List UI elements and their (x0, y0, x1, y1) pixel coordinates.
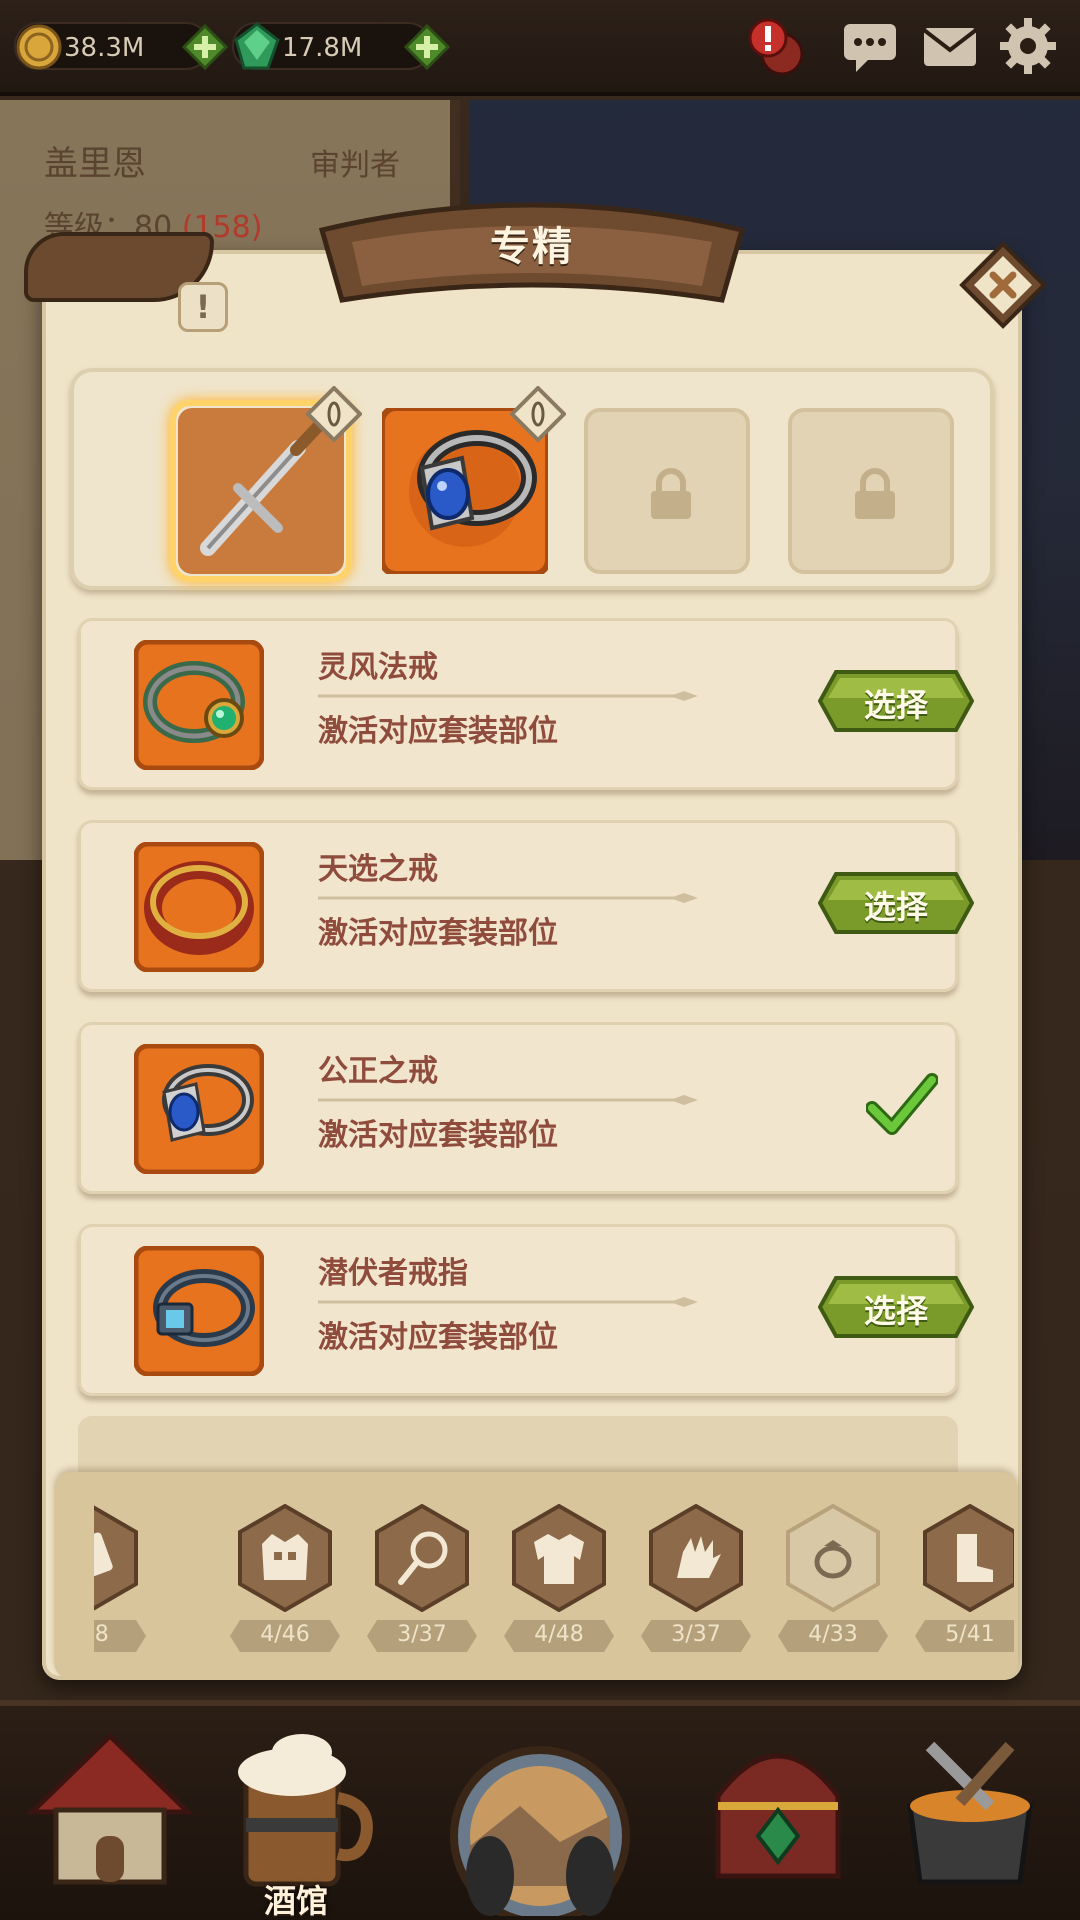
tab-weapon[interactable]: /28 (94, 1504, 146, 1664)
ring-name: 公正之戒 (318, 1054, 438, 1089)
gold-band-ring-icon (134, 842, 264, 972)
hero-class: 审判者 (310, 148, 400, 183)
blue-gem-ring-icon (134, 1044, 264, 1174)
forge-icon (907, 1741, 1033, 1885)
tabs-scroll-area[interactable]: /28 4/46 3/37 (94, 1472, 1014, 1680)
nav-tavern[interactable]: 酒馆 (206, 1726, 386, 1920)
tab-count: 4/46 (260, 1622, 310, 1647)
boot-icon (923, 1504, 1014, 1612)
select-button[interactable]: 选择 (817, 668, 975, 734)
ring-description: 激活对应套装部位 (318, 714, 558, 749)
mail-icon[interactable] (918, 14, 982, 78)
chat-icon[interactable] (838, 14, 902, 78)
bottom-navigation: 酒馆 (0, 1700, 1080, 1920)
select-button-label: 选择 (863, 1292, 928, 1330)
glove-icon (649, 1504, 743, 1612)
gold-coin-icon (16, 24, 62, 70)
slot-sword[interactable] (170, 386, 362, 582)
green-gem-ring-icon (134, 640, 264, 770)
gold-amount: 38.3M (64, 33, 145, 63)
slot-locked[interactable] (788, 408, 954, 574)
gear-icon[interactable] (996, 14, 1060, 78)
ring-name: 天选之戒 (318, 852, 438, 887)
nav-label: 酒馆 (263, 1882, 328, 1920)
ring-icon (786, 1504, 880, 1612)
add-gem-button[interactable] (404, 24, 450, 70)
checkmark-icon (866, 1073, 938, 1135)
title-banner: 专精 (312, 190, 752, 310)
tavern-mug-icon (238, 1734, 373, 1887)
portal-icon (450, 1746, 630, 1920)
tab-boot[interactable]: 5/41 (915, 1504, 1014, 1664)
divider-line (318, 1095, 698, 1105)
equipment-slots-panel (70, 368, 994, 590)
ring-card-selected: 公正之戒 激活对应套装部位 (78, 1022, 958, 1194)
armor-icon (512, 1504, 606, 1612)
ring-card: 潜伏者戒指 激活对应套装部位 选择 (78, 1224, 975, 1396)
house-icon (25, 1732, 195, 1885)
treasure-icon (715, 1753, 841, 1879)
tab-ring-active[interactable]: 4/33 (778, 1504, 888, 1664)
weapon-icon (94, 1505, 138, 1611)
ring-description: 激活对应套装部位 (318, 1320, 558, 1355)
tab-count: 4/33 (808, 1622, 858, 1647)
ring-card-partial (78, 1416, 958, 1476)
alert-icon[interactable] (744, 14, 808, 78)
lock-icon (855, 468, 895, 519)
tab-count: 3/37 (671, 1622, 721, 1647)
tab-armor[interactable]: 4/48 (504, 1504, 614, 1664)
helmet-icon (238, 1504, 332, 1612)
ring-card: 天选之戒 激活对应套装部位 选择 (78, 820, 975, 992)
ring-description: 激活对应套装部位 (318, 916, 558, 951)
tab-count: 3/37 (397, 1622, 447, 1647)
nav-house[interactable] (20, 1726, 200, 1916)
nav-forge[interactable] (880, 1726, 1060, 1916)
close-button[interactable] (958, 240, 1048, 330)
slot-marker-icon (510, 386, 566, 442)
equipment-category-tabs: /28 4/46 3/37 (54, 1472, 1018, 1680)
ring-name: 灵风法戒 (318, 650, 438, 685)
nav-portal[interactable] (450, 1726, 630, 1920)
info-button[interactable]: ! (178, 282, 228, 332)
tab-count: 4/48 (534, 1622, 584, 1647)
slot-marker-icon (306, 386, 362, 442)
dark-ring-icon (134, 1246, 264, 1376)
slot-locked[interactable] (584, 408, 750, 574)
gem-amount: 17.8M (282, 33, 363, 63)
select-button-label: 选择 (863, 686, 928, 724)
necklace-icon (375, 1504, 469, 1612)
tab-helmet[interactable]: 4/46 (230, 1504, 340, 1664)
divider-line (318, 1297, 698, 1307)
green-gem-icon (234, 22, 280, 70)
divider-line (318, 691, 698, 701)
specialization-modal: 专精 ! 灵风法戒 激活对应套装部位 选择 天选之戒 激活对应套装部位 选择 公… (24, 202, 1047, 1680)
modal-title: 专精 (490, 224, 574, 270)
add-gold-button[interactable] (182, 24, 228, 70)
tab-necklace[interactable]: 3/37 (367, 1504, 477, 1664)
tab-count: /28 (94, 1622, 109, 1647)
ring-name: 潜伏者戒指 (318, 1256, 468, 1291)
ring-description: 激活对应套装部位 (318, 1118, 558, 1153)
hero-name: 盖里恩 (44, 144, 146, 184)
tab-glove[interactable]: 3/37 (641, 1504, 751, 1664)
select-button-label: 选择 (863, 888, 928, 926)
ring-card: 灵风法戒 激活对应套装部位 选择 (78, 618, 975, 790)
lock-icon (651, 468, 691, 519)
gem-resource: 17.8M (232, 22, 450, 70)
top-bar: 38.3M 17.8M (0, 0, 1080, 96)
tab-count: 5/41 (945, 1622, 995, 1647)
nav-treasure[interactable] (688, 1726, 868, 1916)
slot-ring[interactable] (379, 386, 566, 577)
gold-resource: 38.3M (14, 22, 228, 70)
divider-line (318, 893, 698, 903)
select-button[interactable]: 选择 (817, 870, 975, 936)
select-button[interactable]: 选择 (817, 1274, 975, 1340)
